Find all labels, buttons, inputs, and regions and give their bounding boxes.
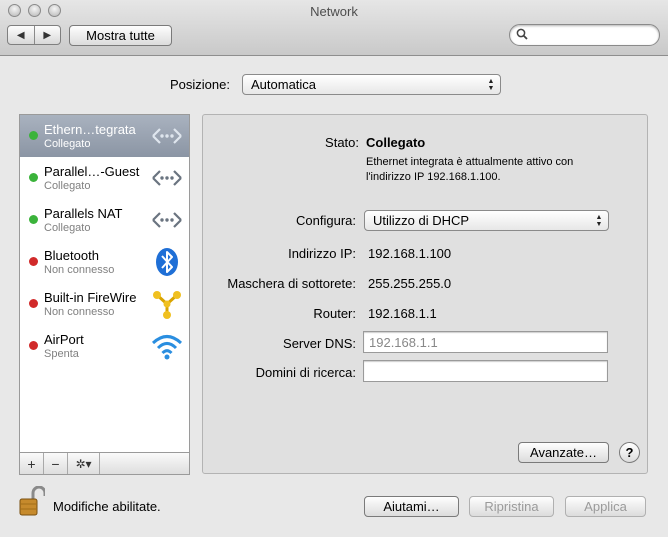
show-all-button[interactable]: Mostra tutte: [69, 25, 172, 46]
ip-label: Indirizzo IP:: [288, 246, 356, 261]
configure-popup[interactable]: Utilizzo di DHCP ▲ ▼: [364, 210, 609, 231]
subnet-mask-label: Maschera di sottorete:: [227, 276, 356, 291]
popup-arrows-icon: ▲ ▼: [595, 213, 603, 228]
router-value: 192.168.1.1: [368, 306, 437, 321]
service-name: Parallels NAT: [44, 206, 123, 221]
detail-pane: Stato: Collegato Ethernet integrata è at…: [202, 114, 648, 474]
ip-value: 192.168.1.100: [368, 246, 452, 261]
assist-me-button[interactable]: Aiutami…: [364, 496, 459, 517]
status-value: Collegato: [366, 135, 426, 150]
apply-button[interactable]: Applica: [565, 496, 646, 517]
service-item-bluetooth[interactable]: Bluetooth Non connesso: [20, 241, 189, 283]
status-description-line1: Ethernet integrata è attualmente attivo …: [366, 156, 574, 168]
popup-arrows-icon: ▲ ▼: [487, 77, 495, 92]
service-item-parallels-nat[interactable]: Parallels NAT Collegato: [20, 199, 189, 241]
service-status: Non connesso: [44, 264, 115, 276]
service-item-parallels-guest[interactable]: Parallel…-Guest Collegato: [20, 157, 189, 199]
search-input[interactable]: [509, 24, 660, 46]
status-dot-icon: [29, 257, 38, 266]
revert-button[interactable]: Ripristina: [469, 496, 554, 517]
advanced-button[interactable]: Avanzate…: [518, 442, 609, 463]
service-status: Collegato: [44, 180, 91, 192]
location-label: Posizione:: [170, 77, 230, 92]
window-title: Network: [310, 4, 358, 19]
service-name: AirPort: [44, 332, 84, 347]
status-description-line2: l'indirizzo IP 192.168.1.100.: [366, 171, 501, 183]
service-name: Bluetooth: [44, 248, 99, 263]
status-dot-icon: [29, 341, 38, 350]
ethernet-arrows-icon: [152, 128, 182, 144]
service-item-ethernet[interactable]: Ethern…tegrata Collegato: [20, 115, 189, 157]
help-button[interactable]: ?: [619, 442, 640, 463]
network-window: Network ◀ ▶ Mostra tutte Posizione: Auto…: [0, 0, 668, 537]
dns-field[interactable]: 192.168.1.1: [363, 331, 608, 353]
remove-service-button[interactable]: −: [44, 453, 68, 474]
search-icon: [516, 28, 528, 43]
configure-value: Utilizzo di DHCP: [373, 213, 470, 228]
ethernet-arrows-icon: [152, 170, 182, 186]
status-label: Stato:: [325, 135, 359, 150]
configure-label: Configura:: [296, 213, 356, 228]
subnet-mask-value: 255.255.255.0: [368, 276, 452, 291]
title-bar: Network ◀ ▶ Mostra tutte: [0, 0, 668, 56]
service-name: Built-in FireWire: [44, 290, 137, 305]
service-status: Spenta: [44, 348, 79, 360]
gear-menu-button[interactable]: ✲▾: [68, 453, 100, 474]
back-forward-control: ◀ ▶: [7, 25, 61, 45]
lock-status-text: Modifiche abilitate.: [53, 499, 161, 514]
unlocked-padlock-icon[interactable]: [19, 486, 45, 517]
status-dot-icon: [29, 299, 38, 308]
back-button[interactable]: ◀: [8, 26, 34, 44]
service-name: Parallel…-Guest: [44, 164, 140, 179]
router-label: Router:: [313, 306, 356, 321]
service-status: Non connesso: [44, 306, 115, 318]
firewire-icon: [153, 291, 181, 319]
dns-label: Server DNS:: [283, 336, 356, 351]
ethernet-arrows-icon: [152, 212, 182, 228]
status-dot-icon: [29, 173, 38, 182]
location-popup[interactable]: Automatica ▲ ▼: [242, 74, 501, 95]
search-domains-field[interactable]: [363, 360, 608, 382]
location-value: Automatica: [251, 77, 317, 92]
bluetooth-icon: [156, 248, 178, 276]
service-item-firewire[interactable]: Built-in FireWire Non connesso: [20, 283, 189, 325]
search-domains-label: Domini di ricerca:: [255, 365, 356, 380]
service-name: Ethern…tegrata: [44, 122, 136, 137]
wifi-icon: [151, 335, 183, 360]
service-item-airport[interactable]: AirPort Spenta: [20, 325, 189, 367]
forward-button[interactable]: ▶: [33, 26, 61, 44]
service-status: Collegato: [44, 138, 91, 150]
status-dot-icon: [29, 215, 38, 224]
service-list-toolbar: + − ✲▾: [20, 452, 189, 474]
service-status: Collegato: [44, 222, 91, 234]
service-list: Ethern…tegrata Collegato Parallel…-Guest…: [19, 114, 190, 475]
status-dot-icon: [29, 131, 38, 140]
dns-value: 192.168.1.1: [369, 334, 438, 350]
add-service-button[interactable]: +: [20, 453, 44, 474]
